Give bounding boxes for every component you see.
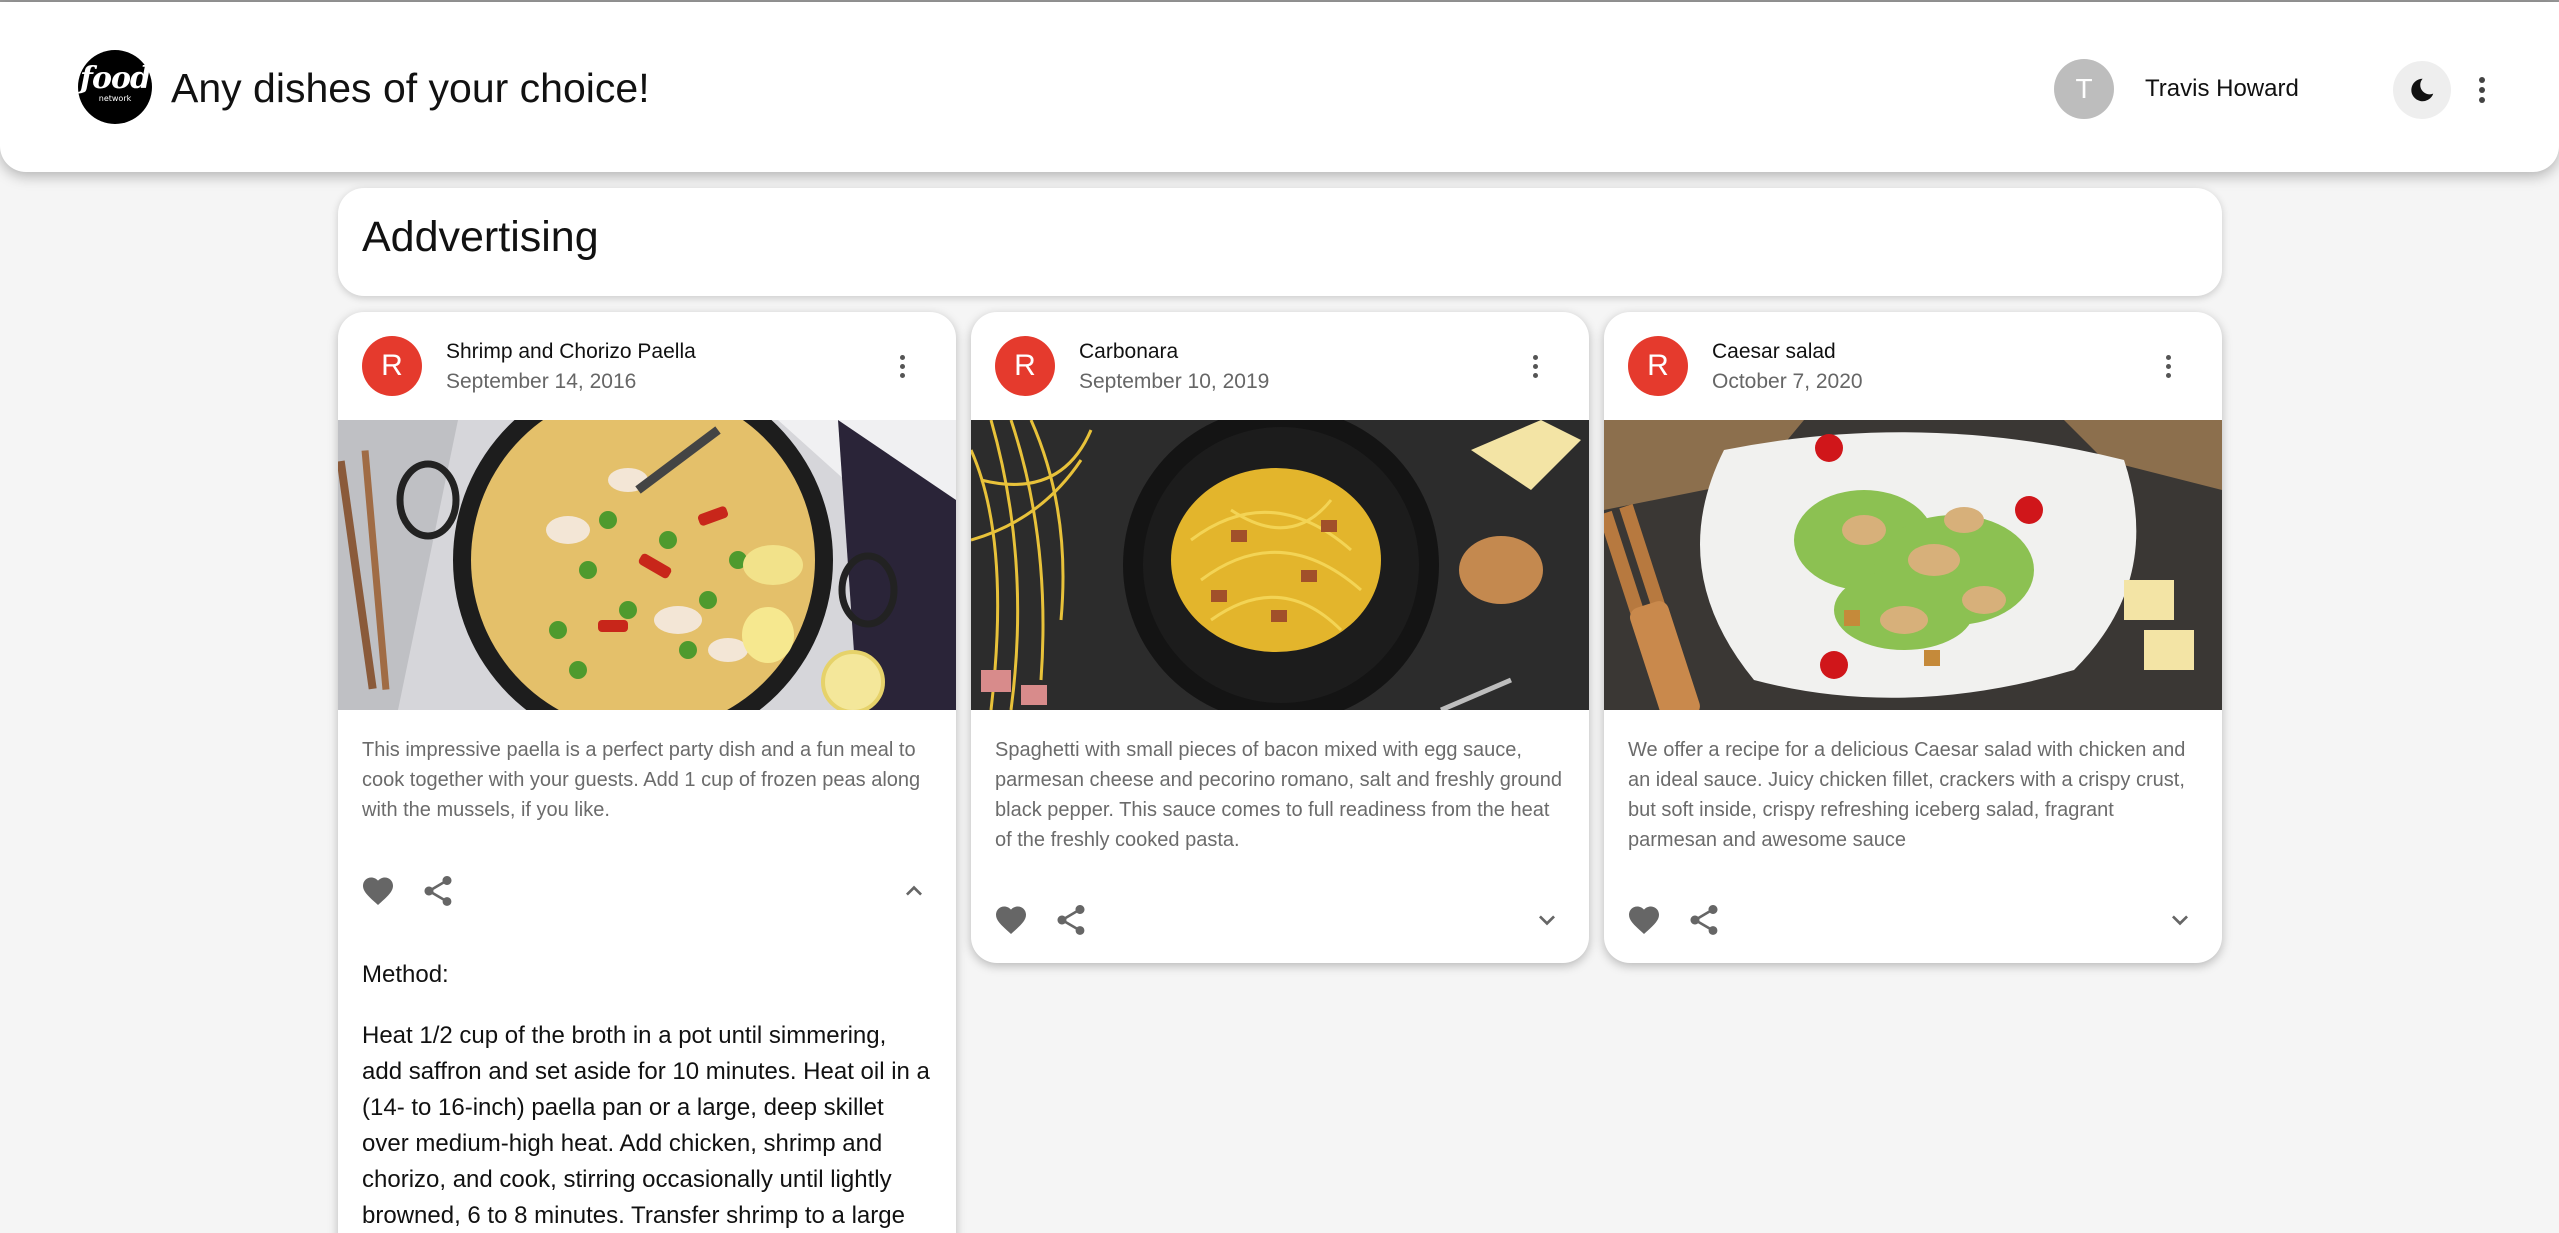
card-title: Shrimp and Chorizo Paella (446, 340, 696, 363)
advertising-banner: Addvertising (338, 188, 2222, 296)
card-description: Spaghetti with small pieces of bacon mix… (995, 739, 1563, 851)
moon-icon (2411, 78, 2434, 102)
favorite-icon[interactable] (360, 873, 396, 909)
method-text: Heat 1/2 cup of the broth in a pot until… (362, 1022, 930, 1229)
favorite-icon[interactable] (1626, 902, 1662, 938)
carbonara-image (971, 420, 1589, 710)
card-title: Carbonara (1079, 340, 1179, 363)
card-description: This impressive paella is a perfect part… (362, 739, 921, 821)
card-avatar: R (1628, 336, 1688, 396)
food-network-logo[interactable]: food network (78, 50, 152, 124)
favorite-icon[interactable] (993, 902, 1029, 938)
card-title: Caesar salad (1712, 340, 1836, 363)
recipe-card-carbonara: R Carbonara September 10, 2019 Spaghetti… (971, 312, 1589, 963)
paella-image (338, 420, 956, 710)
card-actions (1604, 896, 2222, 944)
card-actions (338, 867, 956, 915)
more-vert-icon[interactable] (2470, 66, 2494, 114)
user-name: Travis Howard (2145, 75, 2299, 102)
logo-text: food (80, 61, 151, 96)
card-avatar: R (362, 336, 422, 396)
share-icon[interactable] (1686, 902, 1722, 938)
share-icon[interactable] (1053, 902, 1089, 938)
expand-less-icon[interactable] (898, 875, 930, 907)
recipe-card-paella: R Shrimp and Chorizo Paella September 14… (338, 312, 956, 1233)
card-description: We offer a recipe for a delicious Caesar… (1628, 739, 2186, 851)
user-avatar[interactable]: T (2054, 59, 2114, 119)
advertising-title: Addvertising (362, 213, 599, 261)
card-date: October 7, 2020 (1712, 370, 1863, 393)
app-bar: food network Any dishes of your choice! … (0, 2, 2559, 172)
expand-more-icon[interactable] (2164, 904, 2196, 936)
card-more-icon[interactable] (1521, 342, 1549, 390)
theme-toggle-button[interactable] (2393, 61, 2451, 119)
caesar-salad-image (1604, 420, 2222, 710)
card-more-icon[interactable] (888, 342, 916, 390)
card-date: September 10, 2019 (1079, 370, 1270, 393)
share-icon[interactable] (420, 873, 456, 909)
method-label: Method: (362, 961, 449, 988)
card-actions (971, 896, 1589, 944)
card-date: September 14, 2016 (446, 370, 637, 393)
card-avatar: R (995, 336, 1055, 396)
expand-more-icon[interactable] (1531, 904, 1563, 936)
card-more-icon[interactable] (2154, 342, 2182, 390)
app-title: Any dishes of your choice! (171, 65, 650, 111)
recipe-card-caesar-salad: R Caesar salad October 7, 2020 We offer … (1604, 312, 2222, 963)
